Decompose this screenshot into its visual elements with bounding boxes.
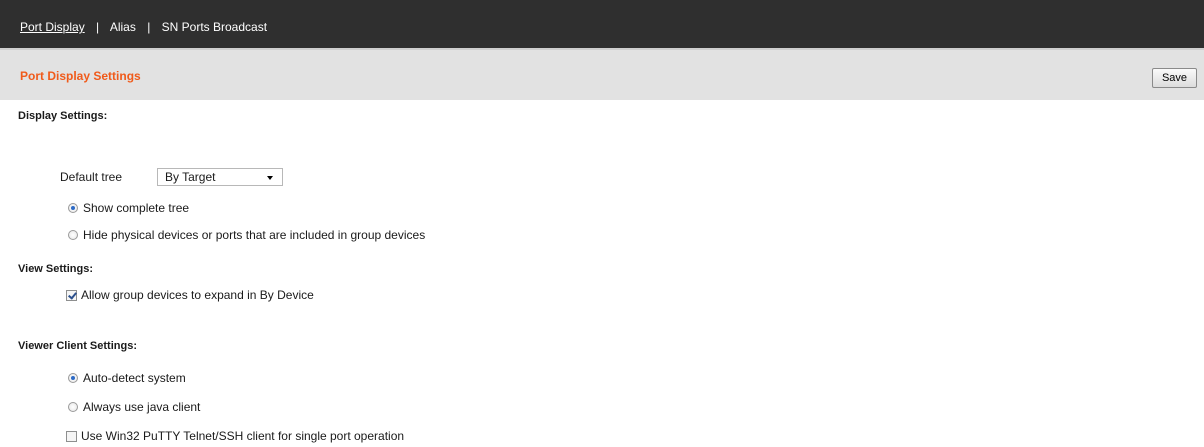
allow-group-expand-option[interactable]: Allow group devices to expand in By Devi… bbox=[66, 288, 314, 302]
show-complete-tree-option[interactable]: Show complete tree bbox=[68, 201, 189, 215]
hide-physical-devices-option[interactable]: Hide physical devices or ports that are … bbox=[68, 228, 425, 242]
auto-detect-label: Auto-detect system bbox=[83, 371, 186, 385]
java-client-option[interactable]: Always use java client bbox=[68, 400, 200, 414]
default-tree-value: By Target bbox=[165, 170, 216, 184]
top-nav-items: Port Display | Alias | SN Ports Broadcas… bbox=[20, 20, 267, 34]
view-settings-heading: View Settings: bbox=[18, 263, 93, 275]
show-complete-tree-radio[interactable] bbox=[68, 203, 78, 213]
viewer-client-settings-heading: Viewer Client Settings: bbox=[18, 340, 137, 352]
allow-group-expand-checkbox[interactable] bbox=[66, 289, 77, 301]
allow-group-expand-label: Allow group devices to expand in By Devi… bbox=[81, 288, 314, 302]
tab-sn-ports-broadcast[interactable]: SN Ports Broadcast bbox=[162, 20, 267, 34]
show-complete-tree-label: Show complete tree bbox=[83, 201, 190, 215]
java-client-label: Always use java client bbox=[83, 400, 201, 414]
tab-port-display[interactable]: Port Display bbox=[20, 20, 85, 34]
hide-physical-devices-label: Hide physical devices or ports that are … bbox=[83, 228, 426, 242]
tab-alias[interactable]: Alias bbox=[110, 20, 136, 34]
settings-header: Port Display Settings Save bbox=[0, 50, 1204, 100]
chevron-down-icon bbox=[267, 176, 273, 180]
use-putty-label: Use Win32 PuTTY Telnet/SSH client for si… bbox=[81, 429, 405, 443]
auto-detect-radio[interactable] bbox=[68, 373, 78, 383]
page-title: Port Display Settings bbox=[20, 69, 141, 83]
default-tree-text: Default tree bbox=[60, 170, 123, 184]
default-tree-select[interactable]: By Target bbox=[157, 168, 283, 186]
save-button[interactable]: Save bbox=[1152, 68, 1197, 88]
use-putty-checkbox[interactable] bbox=[66, 430, 77, 442]
auto-detect-option[interactable]: Auto-detect system bbox=[68, 371, 186, 385]
nav-separator: | bbox=[147, 20, 151, 34]
use-putty-option[interactable]: Use Win32 PuTTY Telnet/SSH client for si… bbox=[66, 429, 404, 443]
nav-separator: | bbox=[96, 20, 100, 34]
hide-physical-devices-radio[interactable] bbox=[68, 230, 78, 240]
default-tree-label: Default tree bbox=[60, 170, 122, 184]
java-client-radio[interactable] bbox=[68, 402, 78, 412]
top-nav-bar: Port Display | Alias | SN Ports Broadcas… bbox=[0, 0, 1204, 50]
display-settings-heading: Display Settings: bbox=[18, 110, 108, 122]
